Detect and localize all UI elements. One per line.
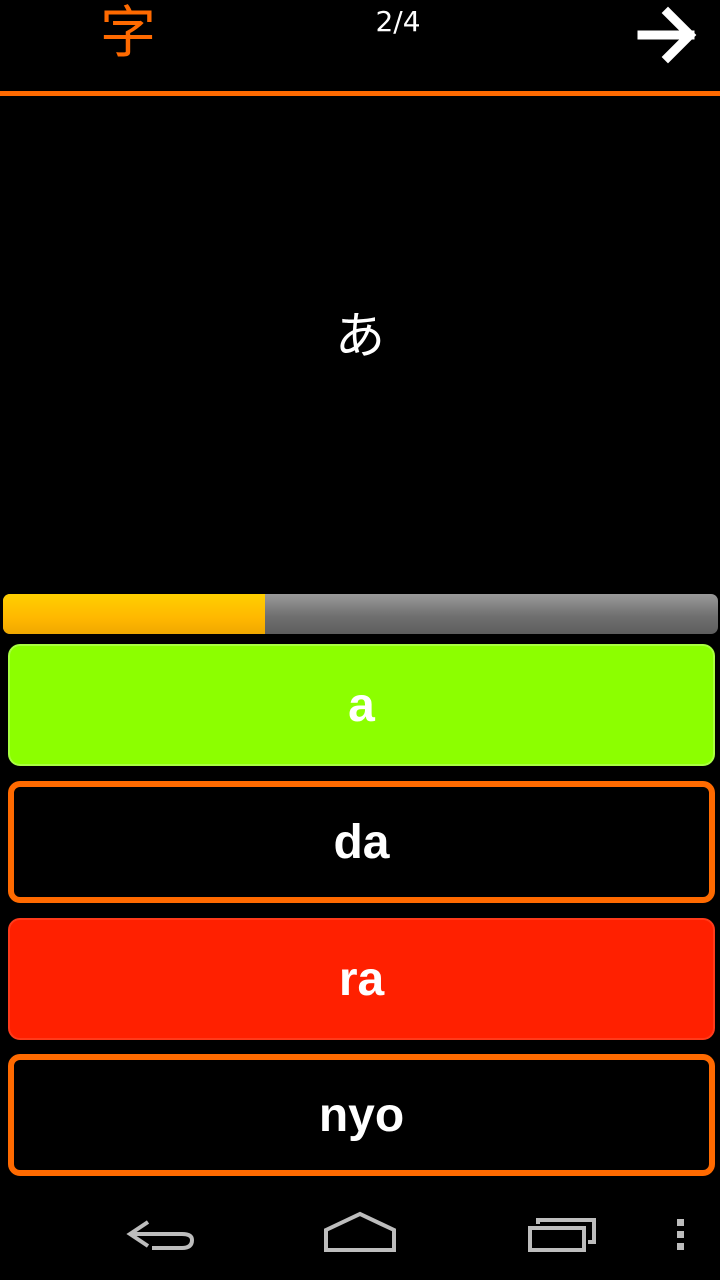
- back-icon: [126, 1220, 195, 1250]
- app-header: 字 2/4: [0, 0, 720, 91]
- answer-option-3[interactable]: ra: [8, 918, 715, 1040]
- answer-option-label: da: [333, 815, 390, 869]
- overflow-menu-button[interactable]: [666, 1204, 696, 1268]
- question-counter: 2/4: [375, 5, 421, 38]
- answer-option-4[interactable]: nyo: [8, 1054, 715, 1176]
- answer-option-2[interactable]: da: [8, 781, 715, 903]
- arrow-right-icon: [637, 6, 697, 64]
- timer-progress-fill: [3, 594, 265, 634]
- home-button[interactable]: [320, 1204, 400, 1268]
- kana-prompt: あ: [335, 307, 385, 365]
- next-question-button[interactable]: [632, 4, 702, 66]
- recent-apps-icon: [528, 1218, 596, 1252]
- answer-option-label: a: [348, 678, 375, 732]
- answer-option-label: ra: [338, 952, 385, 1006]
- overflow-menu-icon: [677, 1219, 684, 1250]
- back-button[interactable]: [120, 1204, 200, 1268]
- header-divider: [0, 91, 720, 96]
- answer-option-label: nyo: [318, 1088, 405, 1142]
- system-navigation-bar: [0, 1188, 720, 1280]
- home-icon: [324, 1211, 396, 1252]
- answer-option-1[interactable]: a: [8, 644, 715, 766]
- recent-apps-button[interactable]: [524, 1204, 604, 1268]
- app-logo: 字: [100, 1, 156, 66]
- timer-progress-bar: [3, 594, 718, 634]
